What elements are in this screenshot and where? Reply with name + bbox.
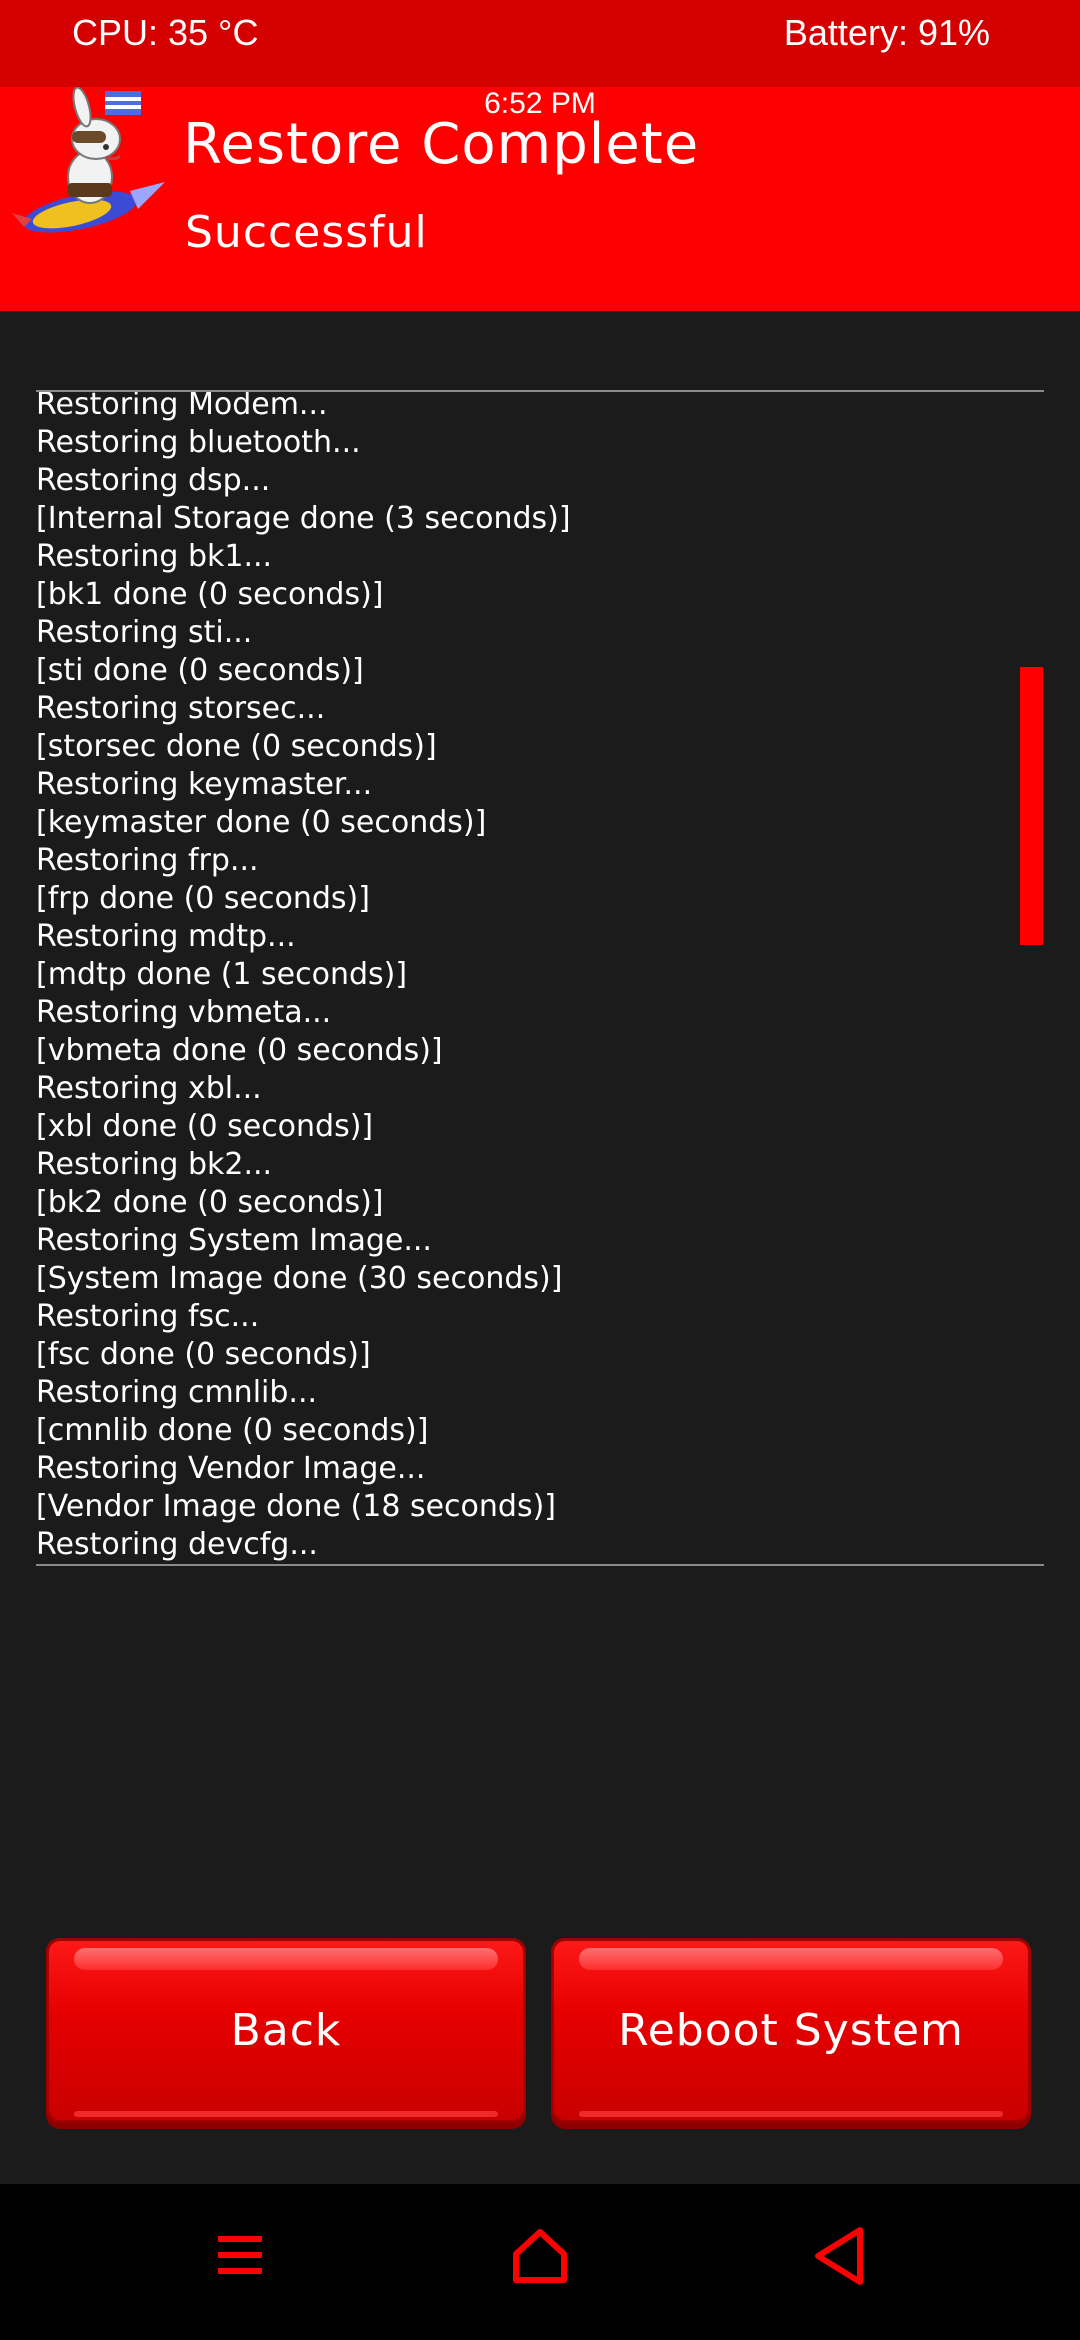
page-title: Restore Complete <box>183 112 700 177</box>
console-line: Restoring storsec... <box>36 691 326 726</box>
reboot-system-button-label: Reboot System <box>618 2005 964 2056</box>
console-line: [storsec done (0 seconds)] <box>36 729 437 764</box>
console-line: Restoring Modem... <box>36 390 328 422</box>
console-scrollbar[interactable] <box>1020 667 1043 945</box>
console-line: [cmnlib done (0 seconds)] <box>36 1413 429 1448</box>
console-line: [System Image done (30 seconds)] <box>36 1261 563 1296</box>
console-line: [vbmeta done (0 seconds)] <box>36 1033 443 1068</box>
console-line: Restoring bluetooth... <box>36 425 361 460</box>
console-line: [Internal Storage done (3 seconds)] <box>36 501 571 536</box>
home-icon[interactable] <box>500 2216 580 2296</box>
console-line: Restoring Vendor Image... <box>36 1451 426 1486</box>
cpu-temperature: CPU: 35 °C <box>72 12 259 53</box>
status-bar: CPU: 35 °C Battery: 91% <box>0 0 1080 87</box>
console-line: [frp done (0 seconds)] <box>36 881 370 916</box>
console-line: Restoring bk1... <box>36 539 273 574</box>
console-line: Restoring cmnlib... <box>36 1375 318 1410</box>
console-line: [mdtp done (1 seconds)] <box>36 957 408 992</box>
console-line: [xbl done (0 seconds)] <box>36 1109 374 1144</box>
console-line: Restoring devcfg... <box>36 1527 318 1562</box>
header: 6:52 PM Restore Complete Successful <box>0 87 1080 311</box>
console-line: Restoring xbl... <box>36 1071 262 1106</box>
menu-icon[interactable] <box>200 2216 280 2296</box>
reboot-system-button[interactable]: Reboot System <box>551 1938 1031 2123</box>
console-line: Restoring frp... <box>36 843 259 878</box>
console-line: [bk1 done (0 seconds)] <box>36 577 384 612</box>
console-line: Restoring keymaster... <box>36 767 373 802</box>
console-line: [sti done (0 seconds)] <box>36 653 364 688</box>
console-line: Restoring bk2... <box>36 1147 273 1182</box>
console-lines: Restoring Modem... Restoring bluetooth...… <box>36 390 571 1564</box>
back-button-label: Back <box>230 2005 342 2056</box>
navigation-bar <box>0 2184 1080 2340</box>
console-line: Restoring sti... <box>36 615 253 650</box>
console-line: Restoring fsc... <box>36 1299 260 1334</box>
console-line: Restoring System Image... <box>36 1223 432 1258</box>
console-line: Restoring mdtp... <box>36 919 296 954</box>
console-line: [Vendor Image done (18 seconds)] <box>36 1489 556 1524</box>
console-line: [fsc done (0 seconds)] <box>36 1337 371 1372</box>
page-subtitle: Successful <box>185 207 428 258</box>
battery-level: Battery: 91% <box>783 12 990 53</box>
console-log[interactable]: Restoring Modem... Restoring bluetooth...… <box>36 390 1044 1566</box>
back-button[interactable]: Back <box>46 1938 526 2123</box>
console-line: [bk2 done (0 seconds)] <box>36 1185 384 1220</box>
console-line: [keymaster done (0 seconds)] <box>36 805 487 840</box>
back-icon[interactable] <box>800 2216 880 2296</box>
miui-rocket-mascot-icon <box>12 87 165 233</box>
console-line: Restoring vbmeta... <box>36 995 332 1030</box>
console-line: Restoring dsp... <box>36 463 271 498</box>
